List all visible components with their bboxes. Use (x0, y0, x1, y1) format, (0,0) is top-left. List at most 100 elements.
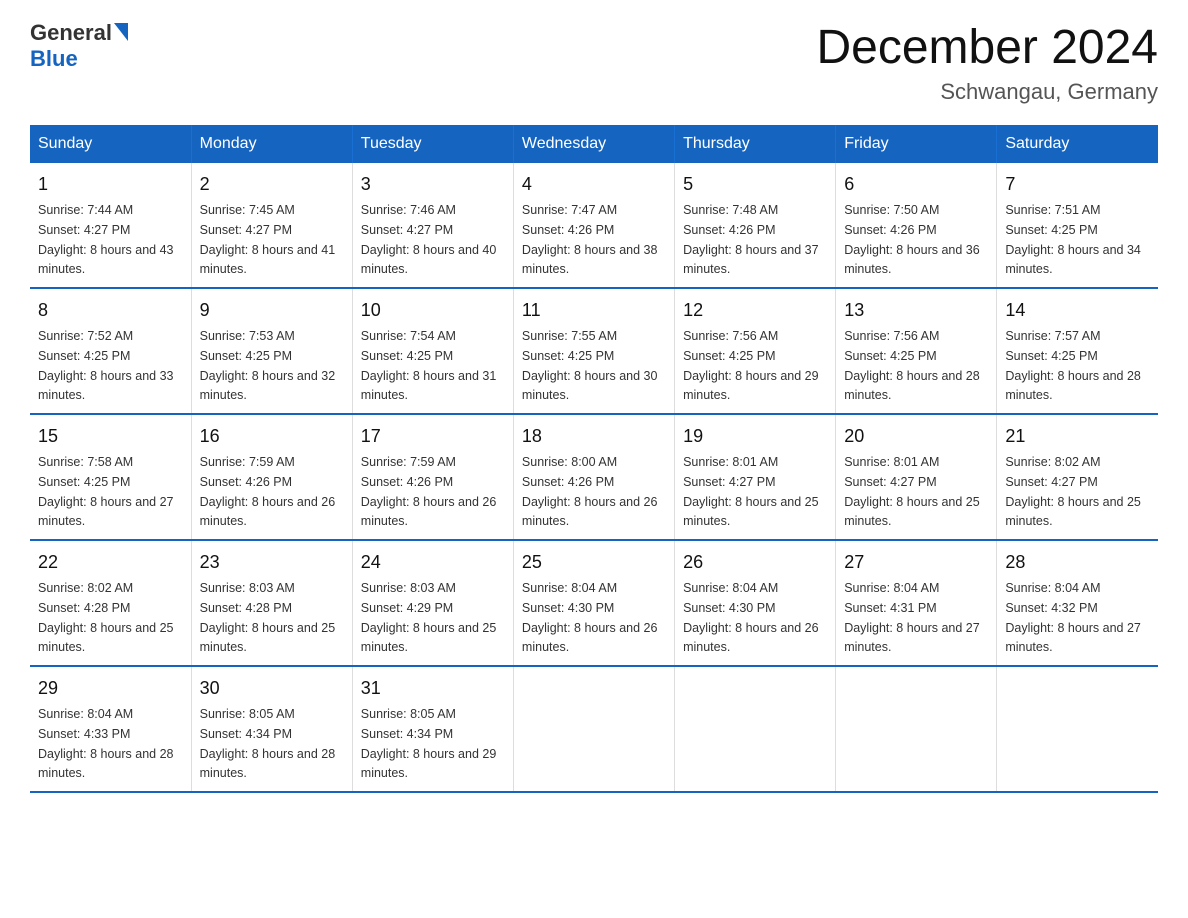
table-row: 3 Sunrise: 7:46 AMSunset: 4:27 PMDayligh… (352, 163, 513, 288)
day-info: Sunrise: 7:56 AMSunset: 4:25 PMDaylight:… (683, 329, 819, 402)
day-info: Sunrise: 8:05 AMSunset: 4:34 PMDaylight:… (200, 707, 336, 780)
table-row: 10 Sunrise: 7:54 AMSunset: 4:25 PMDaylig… (352, 288, 513, 414)
day-number: 30 (200, 675, 344, 702)
table-row: 14 Sunrise: 7:57 AMSunset: 4:25 PMDaylig… (997, 288, 1158, 414)
day-number: 16 (200, 423, 344, 450)
calendar-week-row: 22 Sunrise: 8:02 AMSunset: 4:28 PMDaylig… (30, 540, 1158, 666)
day-number: 19 (683, 423, 827, 450)
day-info: Sunrise: 8:00 AMSunset: 4:26 PMDaylight:… (522, 455, 658, 528)
table-row: 27 Sunrise: 8:04 AMSunset: 4:31 PMDaylig… (836, 540, 997, 666)
day-number: 1 (38, 171, 183, 198)
main-title: December 2024 (816, 20, 1158, 75)
day-info: Sunrise: 7:50 AMSunset: 4:26 PMDaylight:… (844, 203, 980, 276)
day-info: Sunrise: 8:03 AMSunset: 4:29 PMDaylight:… (361, 581, 497, 654)
table-row: 21 Sunrise: 8:02 AMSunset: 4:27 PMDaylig… (997, 414, 1158, 540)
day-info: Sunrise: 8:04 AMSunset: 4:33 PMDaylight:… (38, 707, 174, 780)
table-row: 15 Sunrise: 7:58 AMSunset: 4:25 PMDaylig… (30, 414, 191, 540)
day-number: 9 (200, 297, 344, 324)
table-row (836, 666, 997, 792)
day-number: 11 (522, 297, 666, 324)
table-row: 5 Sunrise: 7:48 AMSunset: 4:26 PMDayligh… (675, 163, 836, 288)
table-row: 30 Sunrise: 8:05 AMSunset: 4:34 PMDaylig… (191, 666, 352, 792)
day-number: 5 (683, 171, 827, 198)
subtitle: Schwangau, Germany (816, 79, 1158, 105)
table-row: 19 Sunrise: 8:01 AMSunset: 4:27 PMDaylig… (675, 414, 836, 540)
day-info: Sunrise: 7:55 AMSunset: 4:25 PMDaylight:… (522, 329, 658, 402)
day-info: Sunrise: 7:47 AMSunset: 4:26 PMDaylight:… (522, 203, 658, 276)
col-wednesday: Wednesday (513, 125, 674, 163)
day-number: 27 (844, 549, 988, 576)
table-row: 31 Sunrise: 8:05 AMSunset: 4:34 PMDaylig… (352, 666, 513, 792)
day-number: 4 (522, 171, 666, 198)
day-info: Sunrise: 8:01 AMSunset: 4:27 PMDaylight:… (683, 455, 819, 528)
table-row: 2 Sunrise: 7:45 AMSunset: 4:27 PMDayligh… (191, 163, 352, 288)
title-block: December 2024 Schwangau, Germany (816, 20, 1158, 105)
col-sunday: Sunday (30, 125, 191, 163)
table-row: 13 Sunrise: 7:56 AMSunset: 4:25 PMDaylig… (836, 288, 997, 414)
day-number: 17 (361, 423, 505, 450)
day-number: 6 (844, 171, 988, 198)
col-thursday: Thursday (675, 125, 836, 163)
calendar-table: Sunday Monday Tuesday Wednesday Thursday… (30, 125, 1158, 793)
day-info: Sunrise: 7:52 AMSunset: 4:25 PMDaylight:… (38, 329, 174, 402)
table-row: 8 Sunrise: 7:52 AMSunset: 4:25 PMDayligh… (30, 288, 191, 414)
day-number: 2 (200, 171, 344, 198)
day-info: Sunrise: 7:48 AMSunset: 4:26 PMDaylight:… (683, 203, 819, 276)
table-row: 7 Sunrise: 7:51 AMSunset: 4:25 PMDayligh… (997, 163, 1158, 288)
table-row: 24 Sunrise: 8:03 AMSunset: 4:29 PMDaylig… (352, 540, 513, 666)
day-number: 29 (38, 675, 183, 702)
day-info: Sunrise: 8:02 AMSunset: 4:27 PMDaylight:… (1005, 455, 1141, 528)
day-number: 28 (1005, 549, 1150, 576)
day-number: 15 (38, 423, 183, 450)
day-info: Sunrise: 7:59 AMSunset: 4:26 PMDaylight:… (200, 455, 336, 528)
table-row: 4 Sunrise: 7:47 AMSunset: 4:26 PMDayligh… (513, 163, 674, 288)
day-info: Sunrise: 8:02 AMSunset: 4:28 PMDaylight:… (38, 581, 174, 654)
day-number: 13 (844, 297, 988, 324)
day-info: Sunrise: 8:01 AMSunset: 4:27 PMDaylight:… (844, 455, 980, 528)
day-number: 21 (1005, 423, 1150, 450)
table-row: 29 Sunrise: 8:04 AMSunset: 4:33 PMDaylig… (30, 666, 191, 792)
col-saturday: Saturday (997, 125, 1158, 163)
day-number: 10 (361, 297, 505, 324)
day-info: Sunrise: 8:04 AMSunset: 4:31 PMDaylight:… (844, 581, 980, 654)
day-number: 7 (1005, 171, 1150, 198)
day-number: 31 (361, 675, 505, 702)
day-number: 20 (844, 423, 988, 450)
table-row: 6 Sunrise: 7:50 AMSunset: 4:26 PMDayligh… (836, 163, 997, 288)
col-friday: Friday (836, 125, 997, 163)
day-number: 8 (38, 297, 183, 324)
logo-text-general: General (30, 20, 112, 46)
day-info: Sunrise: 7:51 AMSunset: 4:25 PMDaylight:… (1005, 203, 1141, 276)
table-row (997, 666, 1158, 792)
table-row: 22 Sunrise: 8:02 AMSunset: 4:28 PMDaylig… (30, 540, 191, 666)
table-row: 18 Sunrise: 8:00 AMSunset: 4:26 PMDaylig… (513, 414, 674, 540)
day-info: Sunrise: 7:53 AMSunset: 4:25 PMDaylight:… (200, 329, 336, 402)
table-row: 17 Sunrise: 7:59 AMSunset: 4:26 PMDaylig… (352, 414, 513, 540)
calendar-week-row: 15 Sunrise: 7:58 AMSunset: 4:25 PMDaylig… (30, 414, 1158, 540)
calendar-header-row: Sunday Monday Tuesday Wednesday Thursday… (30, 125, 1158, 163)
day-info: Sunrise: 7:46 AMSunset: 4:27 PMDaylight:… (361, 203, 497, 276)
table-row: 26 Sunrise: 8:04 AMSunset: 4:30 PMDaylig… (675, 540, 836, 666)
day-info: Sunrise: 7:45 AMSunset: 4:27 PMDaylight:… (200, 203, 336, 276)
col-tuesday: Tuesday (352, 125, 513, 163)
day-info: Sunrise: 8:04 AMSunset: 4:30 PMDaylight:… (683, 581, 819, 654)
day-info: Sunrise: 7:59 AMSunset: 4:26 PMDaylight:… (361, 455, 497, 528)
table-row: 16 Sunrise: 7:59 AMSunset: 4:26 PMDaylig… (191, 414, 352, 540)
day-info: Sunrise: 8:03 AMSunset: 4:28 PMDaylight:… (200, 581, 336, 654)
table-row: 12 Sunrise: 7:56 AMSunset: 4:25 PMDaylig… (675, 288, 836, 414)
day-number: 22 (38, 549, 183, 576)
day-number: 12 (683, 297, 827, 324)
table-row: 9 Sunrise: 7:53 AMSunset: 4:25 PMDayligh… (191, 288, 352, 414)
day-info: Sunrise: 7:54 AMSunset: 4:25 PMDaylight:… (361, 329, 497, 402)
day-number: 23 (200, 549, 344, 576)
calendar-week-row: 1 Sunrise: 7:44 AMSunset: 4:27 PMDayligh… (30, 163, 1158, 288)
table-row (675, 666, 836, 792)
day-number: 3 (361, 171, 505, 198)
day-number: 24 (361, 549, 505, 576)
calendar-week-row: 8 Sunrise: 7:52 AMSunset: 4:25 PMDayligh… (30, 288, 1158, 414)
table-row: 20 Sunrise: 8:01 AMSunset: 4:27 PMDaylig… (836, 414, 997, 540)
day-number: 26 (683, 549, 827, 576)
day-info: Sunrise: 7:44 AMSunset: 4:27 PMDaylight:… (38, 203, 174, 276)
day-info: Sunrise: 8:04 AMSunset: 4:32 PMDaylight:… (1005, 581, 1141, 654)
day-info: Sunrise: 7:56 AMSunset: 4:25 PMDaylight:… (844, 329, 980, 402)
